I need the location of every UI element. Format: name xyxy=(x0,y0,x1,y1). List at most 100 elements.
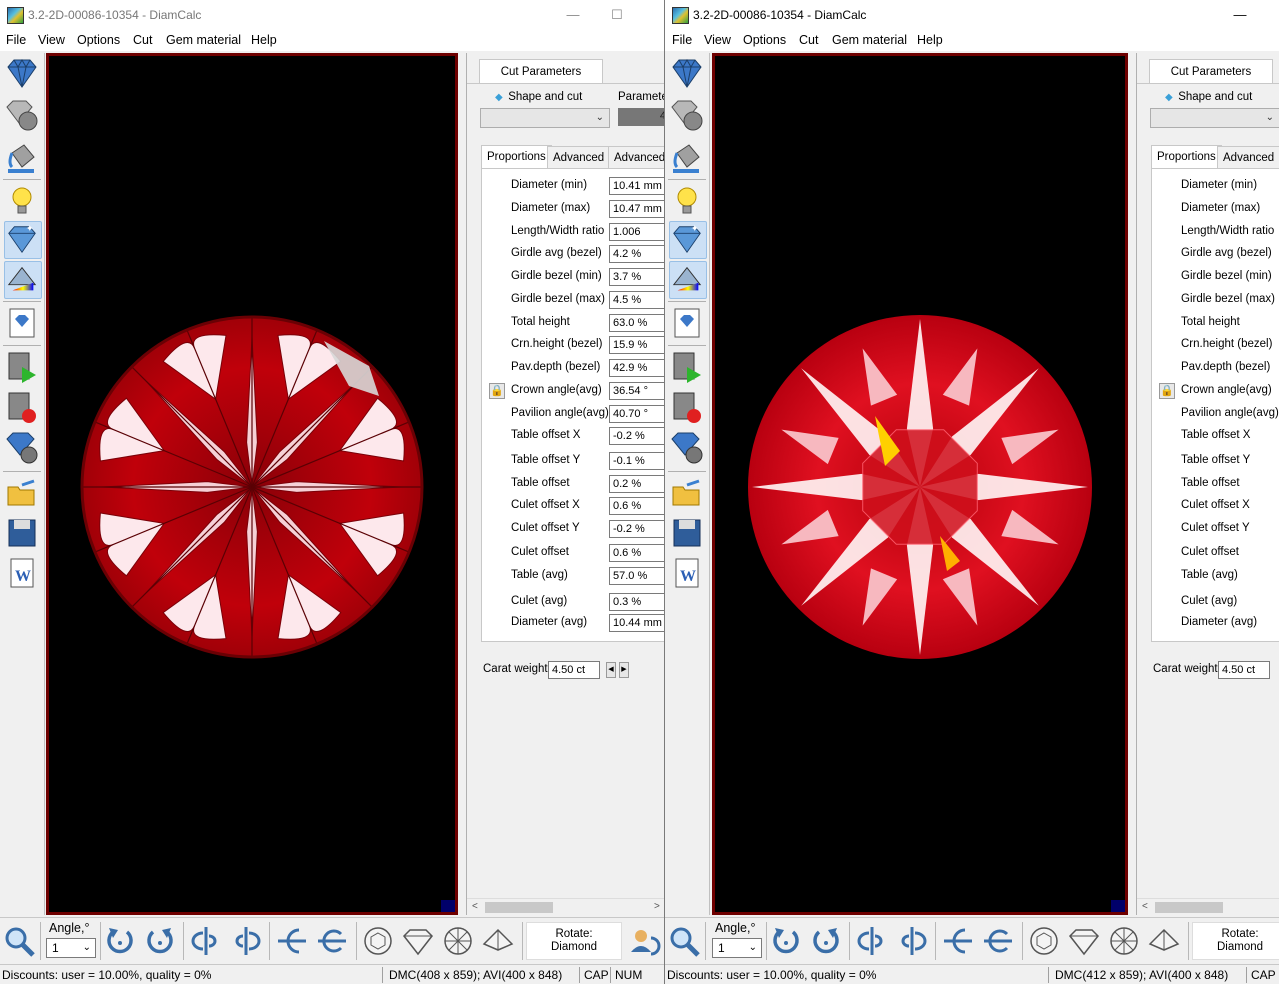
carat-weight-field[interactable]: 4.50 ct xyxy=(1218,661,1270,679)
top-view-icon[interactable] xyxy=(361,924,395,958)
menu-cut[interactable]: Cut xyxy=(133,33,152,47)
proportion-value-field[interactable]: -0.2 % xyxy=(609,520,664,538)
bottom-view-icon[interactable] xyxy=(1107,924,1141,958)
lock-icon[interactable]: 🔒 xyxy=(1159,383,1175,399)
rotate-cw-icon[interactable] xyxy=(103,924,137,958)
scroll-left-icon[interactable]: < xyxy=(472,901,478,912)
menu-help[interactable]: Help xyxy=(917,33,943,47)
proportion-value-field[interactable]: 0.3 % xyxy=(609,593,664,611)
flip-horizontal-left-icon[interactable] xyxy=(189,924,223,958)
scroll-right-icon[interactable]: > xyxy=(654,901,660,912)
proportion-value-field[interactable]: 15.9 % xyxy=(609,336,664,354)
render-canvas[interactable] xyxy=(715,56,1125,912)
dispersion-icon[interactable] xyxy=(669,261,707,299)
proportion-value-field[interactable]: 10.47 mm xyxy=(609,200,664,218)
tab-proportions[interactable]: Proportions xyxy=(481,145,552,169)
flip-horizontal-right-icon[interactable] xyxy=(895,924,929,958)
title-bar[interactable]: 3.2-2D-00086-10354 - DiamCalc — ☐ xyxy=(0,0,664,30)
minimize-button[interactable]: — xyxy=(1217,0,1263,30)
scroll-thumb[interactable] xyxy=(1155,902,1223,913)
lock-icon[interactable]: 🔒 xyxy=(489,383,505,399)
word-export-icon[interactable]: W xyxy=(669,555,705,591)
parameters-field[interactable]: 4 xyxy=(618,108,664,126)
tab-advanced[interactable]: Advanced xyxy=(547,146,611,169)
zoom-magnifier-icon[interactable] xyxy=(667,924,701,958)
top-view-icon[interactable] xyxy=(1027,924,1061,958)
menu-view[interactable]: View xyxy=(38,33,65,47)
spin-left-button[interactable]: ◀ xyxy=(606,662,616,678)
proportion-value-field[interactable]: 4.5 % xyxy=(609,291,664,309)
report-icon[interactable] xyxy=(4,305,40,341)
save-disk-icon[interactable] xyxy=(4,515,40,551)
proportion-value-field[interactable]: 3.7 % xyxy=(609,268,664,286)
diamond-ball-icon[interactable] xyxy=(4,97,40,133)
menu-options[interactable]: Options xyxy=(743,33,786,47)
rotate-mode-box[interactable]: Rotate: Diamond xyxy=(1192,922,1279,960)
record-video-icon[interactable] xyxy=(669,389,705,425)
sparkle-diamond-icon[interactable]: ✦ xyxy=(669,221,707,259)
proportion-value-field[interactable]: 0.2 % xyxy=(609,475,664,493)
diamond-ball-icon[interactable] xyxy=(669,97,705,133)
tab-cut-parameters[interactable]: Cut Parameters xyxy=(1149,59,1273,84)
rotate-ccw-icon[interactable] xyxy=(809,924,843,958)
proportion-value-field[interactable]: 10.41 mm xyxy=(609,177,664,195)
menu-options[interactable]: Options xyxy=(77,33,120,47)
save-disk-icon[interactable] xyxy=(669,515,705,551)
bottom-view-icon[interactable] xyxy=(441,924,475,958)
diamond-film-icon[interactable] xyxy=(669,429,705,465)
sparkle-diamond-icon[interactable]: ✦ xyxy=(4,221,42,259)
panel-horizontal-scrollbar[interactable]: < xyxy=(1137,898,1279,915)
proportion-value-field[interactable]: 0.6 % xyxy=(609,544,664,562)
menu-view[interactable]: View xyxy=(704,33,731,47)
diamond-viewport[interactable] xyxy=(46,53,458,915)
shape-and-cut-select[interactable]: ⌄ xyxy=(480,108,610,128)
proportion-value-field[interactable]: 10.44 mm xyxy=(609,614,664,632)
menu-file[interactable]: File xyxy=(6,33,26,47)
flip-horizontal-right-icon[interactable] xyxy=(229,924,263,958)
diamond-view-icon[interactable] xyxy=(4,55,40,91)
menu-gem-material[interactable]: Gem material xyxy=(166,33,241,47)
flip-vertical-up-icon[interactable] xyxy=(941,924,975,958)
shape-and-cut-select[interactable]: ⌄ xyxy=(1150,108,1279,128)
light-bulb-icon[interactable] xyxy=(669,183,705,219)
scroll-thumb[interactable] xyxy=(485,902,553,913)
proportion-value-field[interactable]: -0.1 % xyxy=(609,452,664,470)
side-view-icon[interactable] xyxy=(401,924,435,958)
report-icon[interactable] xyxy=(669,305,705,341)
scroll-left-icon[interactable]: < xyxy=(1142,901,1148,912)
menu-file[interactable]: File xyxy=(672,33,692,47)
tab-advanced-2[interactable]: Advanced xyxy=(608,146,664,169)
menu-help[interactable]: Help xyxy=(251,33,277,47)
side-view-icon[interactable] xyxy=(1067,924,1101,958)
minimize-button[interactable]: — xyxy=(550,0,596,30)
user-rotate-icon[interactable] xyxy=(627,924,661,958)
paint-bucket-icon[interactable] xyxy=(4,139,40,175)
word-export-icon[interactable]: W xyxy=(4,555,40,591)
angle-select[interactable]: 1 ⌄ xyxy=(46,938,96,958)
proportion-value-field[interactable]: 57.0 % xyxy=(609,567,664,585)
proportion-value-field[interactable]: 36.54 ° xyxy=(609,382,664,400)
record-video-icon[interactable] xyxy=(4,389,40,425)
proportion-value-field[interactable]: 40.70 ° xyxy=(609,405,664,423)
open-folder-icon[interactable] xyxy=(4,475,40,511)
rotate-cw-icon[interactable] xyxy=(769,924,803,958)
diamond-view-icon[interactable] xyxy=(669,55,705,91)
tilted-view-icon[interactable] xyxy=(481,924,515,958)
tab-cut-parameters[interactable]: Cut Parameters xyxy=(479,59,603,84)
tab-advanced[interactable]: Advanced xyxy=(1217,146,1279,169)
rotate-ccw-icon[interactable] xyxy=(143,924,177,958)
proportion-value-field[interactable]: 42.9 % xyxy=(609,359,664,377)
flip-vertical-up-icon[interactable] xyxy=(275,924,309,958)
play-video-icon[interactable] xyxy=(669,349,705,385)
proportion-value-field[interactable]: -0.2 % xyxy=(609,427,664,445)
flip-vertical-down-icon[interactable] xyxy=(315,924,349,958)
flip-vertical-down-icon[interactable] xyxy=(981,924,1015,958)
paint-bucket-icon[interactable] xyxy=(669,139,705,175)
carat-weight-field[interactable]: 4.50 ct xyxy=(548,661,600,679)
play-video-icon[interactable] xyxy=(4,349,40,385)
tab-proportions[interactable]: Proportions xyxy=(1151,145,1222,169)
dispersion-icon[interactable] xyxy=(4,261,42,299)
panel-horizontal-scrollbar[interactable]: < > xyxy=(467,898,664,915)
diamond-film-icon[interactable] xyxy=(4,429,40,465)
flip-horizontal-left-icon[interactable] xyxy=(855,924,889,958)
